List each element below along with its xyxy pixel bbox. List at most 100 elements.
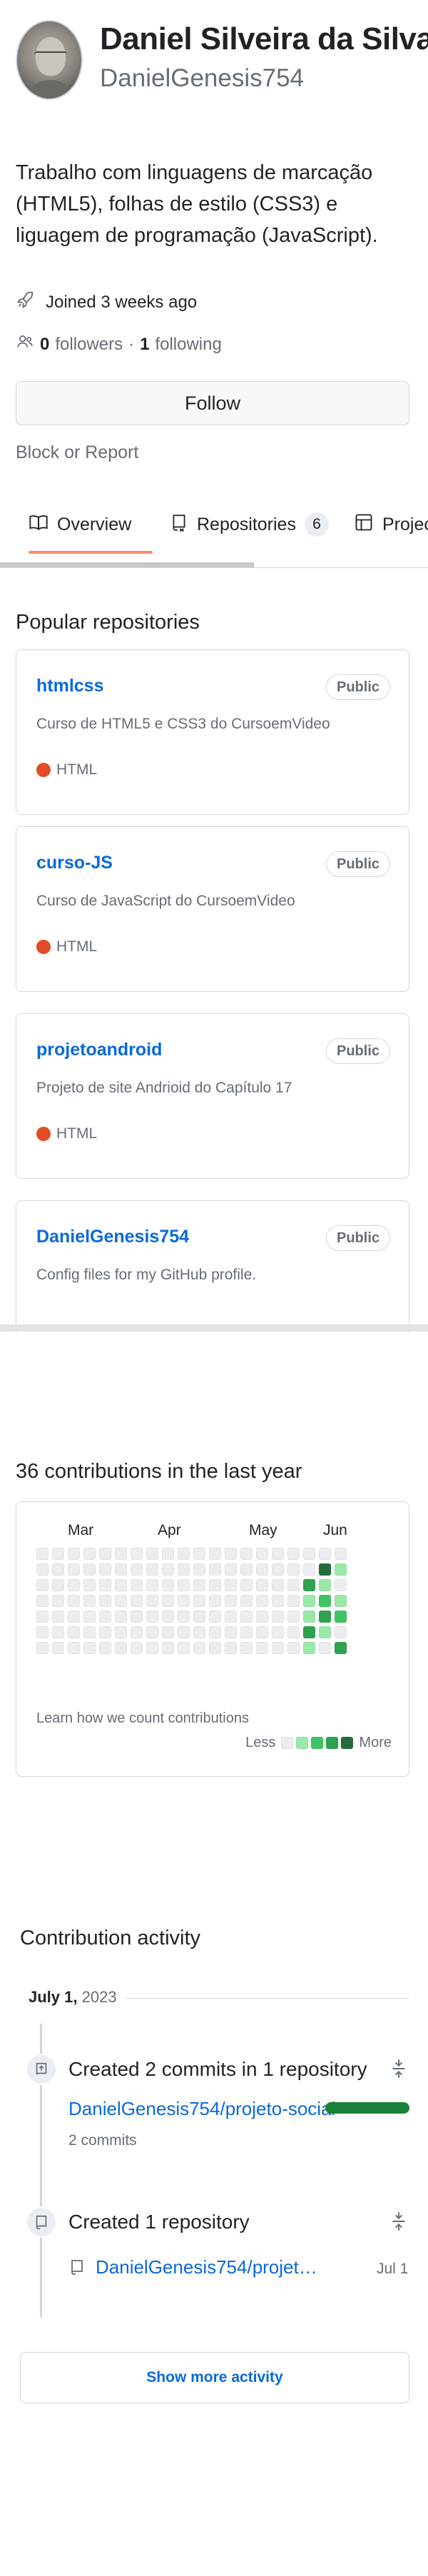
contribution-day[interactable] [209, 1626, 221, 1638]
contribution-day[interactable] [193, 1611, 205, 1623]
contribution-day[interactable] [68, 1595, 80, 1607]
contribution-day[interactable] [272, 1548, 284, 1560]
collapse-icon[interactable] [389, 2211, 408, 2237]
contribution-day[interactable] [68, 1563, 80, 1576]
contribution-day[interactable] [131, 1548, 143, 1560]
contribution-day[interactable] [99, 1595, 111, 1607]
repo-link[interactable]: projetoandroid [36, 1040, 162, 1060]
contribution-day[interactable] [287, 1642, 300, 1654]
contribution-day[interactable] [36, 1642, 49, 1654]
contribution-day[interactable] [319, 1642, 331, 1654]
contribution-day[interactable] [193, 1548, 205, 1560]
contribution-day[interactable] [272, 1642, 284, 1654]
activity-repo-link[interactable]: DanielGenesis754/projeto-social [68, 2098, 335, 2120]
contribution-day[interactable] [240, 1611, 253, 1623]
contribution-day[interactable] [319, 1548, 331, 1560]
contribution-day[interactable] [225, 1548, 237, 1560]
contribution-day[interactable] [240, 1579, 253, 1591]
contribution-day[interactable] [335, 1642, 347, 1654]
contribution-day[interactable] [83, 1595, 96, 1607]
contribution-day[interactable] [146, 1611, 158, 1623]
contribution-day[interactable] [335, 1626, 347, 1638]
avatar[interactable] [16, 20, 83, 100]
contribution-day[interactable] [319, 1595, 331, 1607]
contribution-day[interactable] [287, 1563, 300, 1576]
contribution-day[interactable] [178, 1611, 190, 1623]
repo-link[interactable]: DanielGenesis754 [36, 1227, 189, 1247]
contribution-day[interactable] [52, 1579, 64, 1591]
contribution-day[interactable] [193, 1595, 205, 1607]
contribution-day[interactable] [52, 1626, 64, 1638]
contribution-day[interactable] [225, 1563, 237, 1576]
contribution-day[interactable] [115, 1595, 127, 1607]
contribution-day[interactable] [52, 1642, 64, 1654]
contribution-day[interactable] [146, 1563, 158, 1576]
contribution-day[interactable] [83, 1579, 96, 1591]
contribution-day[interactable] [256, 1563, 268, 1576]
contribution-day[interactable] [303, 1563, 315, 1576]
contribution-day[interactable] [225, 1579, 237, 1591]
contribution-day[interactable] [131, 1563, 143, 1576]
contribution-day[interactable] [303, 1548, 315, 1560]
contribution-day[interactable] [256, 1579, 268, 1591]
activity-repo-link[interactable]: DanielGenesis754/projet… [96, 2256, 317, 2278]
contribution-day[interactable] [256, 1642, 268, 1654]
contribution-day[interactable] [162, 1642, 174, 1654]
contribution-day[interactable] [115, 1611, 127, 1623]
contribution-day[interactable] [162, 1579, 174, 1591]
followers-count[interactable]: 0 [40, 335, 49, 355]
contribution-day[interactable] [115, 1548, 127, 1560]
contribution-day[interactable] [162, 1626, 174, 1638]
contribution-day[interactable] [99, 1642, 111, 1654]
popular-scrollbar[interactable] [0, 1324, 428, 1332]
contribution-day[interactable] [99, 1611, 111, 1623]
contribution-day[interactable] [209, 1579, 221, 1591]
contribution-day[interactable] [193, 1563, 205, 1576]
contribution-day[interactable] [193, 1579, 205, 1591]
contribution-day[interactable] [146, 1595, 158, 1607]
contribution-day[interactable] [146, 1548, 158, 1560]
contribution-day[interactable] [36, 1563, 49, 1576]
contribution-day[interactable] [115, 1626, 127, 1638]
tab-projects[interactable]: Projects [354, 500, 428, 549]
repo-link[interactable]: htmlcss [36, 676, 103, 696]
contribution-day[interactable] [209, 1642, 221, 1654]
block-report-link[interactable]: Block or Report [16, 442, 138, 463]
contribution-day[interactable] [36, 1611, 49, 1623]
contribution-day[interactable] [209, 1611, 221, 1623]
contribution-day[interactable] [115, 1563, 127, 1576]
contribution-day[interactable] [178, 1595, 190, 1607]
contribution-day[interactable] [83, 1626, 96, 1638]
contribution-day[interactable] [146, 1579, 158, 1591]
contribution-day[interactable] [287, 1579, 300, 1591]
contribution-day[interactable] [287, 1611, 300, 1623]
following-label[interactable]: following [155, 335, 221, 355]
contribution-day[interactable] [115, 1579, 127, 1591]
contribution-day[interactable] [209, 1548, 221, 1560]
contribution-day[interactable] [193, 1642, 205, 1654]
contribution-day[interactable] [178, 1563, 190, 1576]
contribution-day[interactable] [319, 1626, 331, 1638]
contribution-day[interactable] [335, 1611, 347, 1623]
contribution-day[interactable] [146, 1626, 158, 1638]
contribution-day[interactable] [162, 1563, 174, 1576]
followers-label[interactable]: followers [55, 335, 123, 355]
contribution-day[interactable] [162, 1548, 174, 1560]
contribution-day[interactable] [36, 1579, 49, 1591]
contribution-day[interactable] [319, 1579, 331, 1591]
contribution-day[interactable] [99, 1626, 111, 1638]
learn-contributions-link[interactable]: Learn how we count contributions [36, 1710, 249, 1727]
contribution-day[interactable] [240, 1626, 253, 1638]
contribution-day[interactable] [36, 1548, 49, 1560]
contribution-day[interactable] [319, 1563, 331, 1576]
contribution-day[interactable] [115, 1642, 127, 1654]
contribution-day[interactable] [272, 1626, 284, 1638]
contribution-day[interactable] [335, 1548, 347, 1560]
contribution-day[interactable] [256, 1626, 268, 1638]
contribution-day[interactable] [131, 1595, 143, 1607]
contribution-day[interactable] [272, 1611, 284, 1623]
commit-count-link[interactable]: 2 commits [68, 2132, 137, 2149]
contribution-day[interactable] [256, 1611, 268, 1623]
show-more-activity-button[interactable]: Show more activity [20, 2352, 409, 2403]
contribution-day[interactable] [36, 1626, 49, 1638]
